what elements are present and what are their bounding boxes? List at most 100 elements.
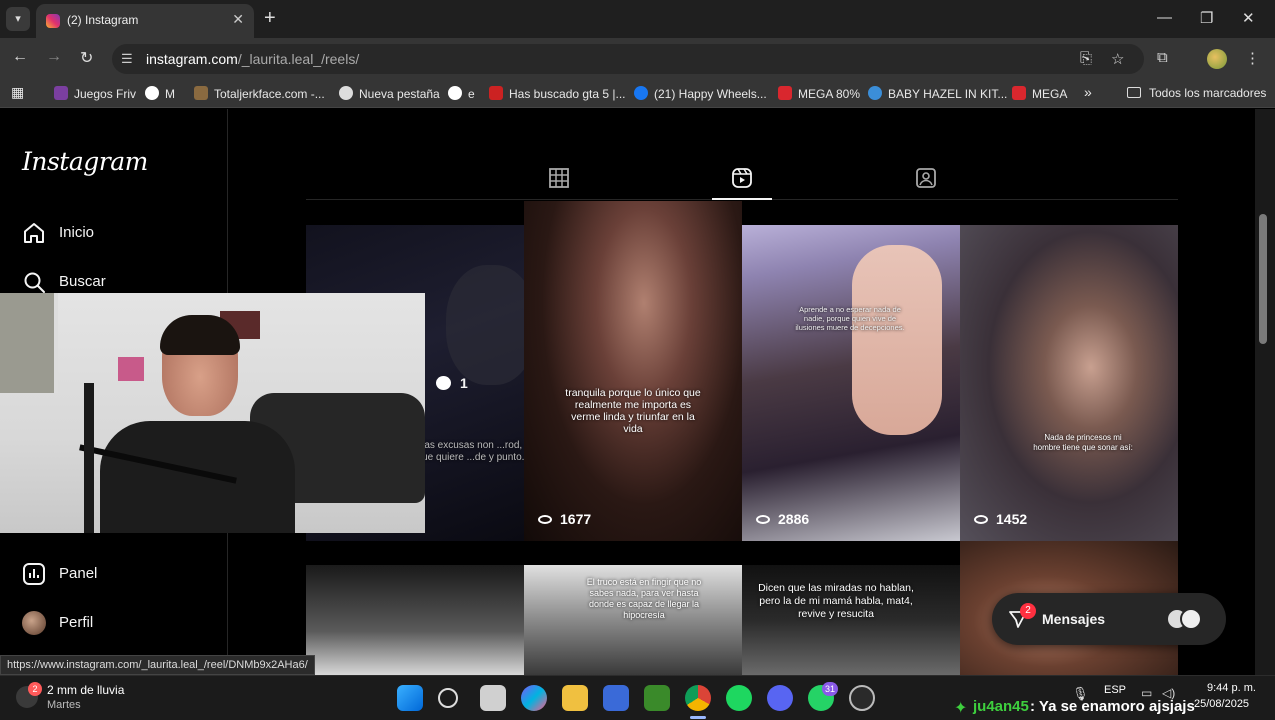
reel-thumbnail [446, 265, 524, 385]
tagged-icon[interactable] [915, 167, 937, 189]
dashboard-icon [23, 563, 45, 585]
forward-arrow-icon[interactable]: → [46, 48, 62, 66]
bookmark-item[interactable]: Totaljerkface.com -... [194, 86, 325, 101]
nav-label: Panel [59, 565, 98, 582]
extensions-icon[interactable]: ⧉ [1157, 49, 1168, 66]
all-bookmarks-button[interactable]: Todos los marcadores [1127, 86, 1266, 100]
active-tab[interactable]: (2) Instagram ✕ [36, 4, 254, 38]
clock-date[interactable]: 25/08/2025 [1194, 698, 1249, 710]
bookmark-item[interactable]: MEGA [1012, 86, 1067, 101]
address-bar[interactable]: ☰ instagram.com/_laurita.leal_/reels/ ⎘ … [112, 44, 1144, 74]
instagram-page: Instagram Inicio Buscar Panel Perfil 1 .… [0, 109, 1275, 675]
weather-day: Martes [47, 699, 81, 711]
close-tab-icon[interactable]: ✕ [232, 11, 244, 28]
comment-icon [436, 376, 451, 390]
install-app-icon[interactable]: ⎘ [1080, 50, 1092, 67]
folder-icon [1127, 87, 1141, 98]
reel-tile[interactable]: El truco está en fingir que no sabes nad… [524, 565, 742, 675]
bookmark-item[interactable]: M [145, 86, 175, 101]
site-info-icon[interactable]: ☰ [121, 51, 133, 67]
reel-tile[interactable]: Aprende a no esperar nada de nadie, porq… [742, 225, 960, 541]
weather-text[interactable]: 2 mm de lluvia [47, 683, 124, 697]
tab-title: (2) Instagram [67, 13, 139, 27]
reel-caption: tranquila porque lo único que realmente … [565, 387, 701, 435]
network-icon[interactable]: ▭ [1141, 686, 1152, 700]
eye-icon [756, 515, 770, 524]
more-menu-icon[interactable]: ⋮ [1245, 49, 1260, 67]
whatsapp-badge: 31 [822, 682, 838, 696]
reels-tab-indicator [712, 198, 772, 200]
bookmark-item[interactable]: Has buscado gta 5 |... [489, 86, 626, 101]
bookmark-favicon-icon [194, 86, 208, 100]
tab-search-button[interactable]: ▾ [6, 7, 30, 31]
search-icon [24, 272, 45, 293]
discord-icon[interactable] [767, 685, 793, 711]
obs-icon[interactable] [849, 685, 875, 711]
comment-count: 1 [436, 375, 468, 391]
reel-tile[interactable]: Dicen que las miradas no hablan, pero la… [742, 565, 960, 675]
spotify-icon[interactable] [726, 685, 752, 711]
profile-avatar[interactable] [1207, 49, 1227, 69]
webcam-chair [84, 383, 94, 533]
file-explorer-icon[interactable] [562, 685, 588, 711]
messages-button[interactable]: 2 Mensajes [992, 593, 1226, 645]
bookmark-star-icon[interactable]: ☆ [1111, 50, 1124, 68]
mega-icon [1012, 86, 1026, 100]
scroll-thumb[interactable] [1259, 214, 1267, 344]
task-view-icon[interactable] [480, 685, 506, 711]
store-icon[interactable] [603, 685, 629, 711]
nav-label: Buscar [59, 273, 106, 290]
url-text[interactable]: instagram.com/_laurita.leal_/reels/ [146, 51, 359, 67]
minecraft-icon[interactable] [644, 685, 670, 711]
diamond-icon: ✦ [954, 700, 968, 717]
bookmarks-overflow-button[interactable]: » [1084, 84, 1092, 100]
instagram-favicon-icon [46, 14, 60, 28]
bookmark-item[interactable]: BABY HAZEL IN KIT... [868, 86, 1007, 101]
reel-tile[interactable]: tranquila porque lo único que realmente … [524, 201, 742, 541]
bookmark-item[interactable]: Juegos Friv [54, 86, 136, 101]
language-indicator[interactable]: ESP [1104, 684, 1126, 696]
view-count: 1677 [538, 511, 591, 527]
home-icon [24, 223, 44, 243]
copilot-icon[interactable] [521, 685, 547, 711]
restore-icon[interactable]: ❐ [1200, 9, 1213, 27]
window-close-icon[interactable]: ✕ [1242, 9, 1255, 27]
bookmark-favicon-icon [868, 86, 882, 100]
reel-tile[interactable] [306, 565, 524, 675]
minimize-icon[interactable]: — [1157, 9, 1172, 26]
google-icon [145, 86, 159, 100]
reel-tile[interactable]: Nada de princesos mi hombre tiene que so… [960, 225, 1178, 541]
chrome-icon[interactable] [685, 685, 711, 711]
avatar [22, 611, 46, 635]
globe-icon [339, 86, 353, 100]
mega-icon [778, 86, 792, 100]
messages-label: Mensajes [1042, 611, 1106, 627]
search-icon[interactable] [438, 688, 458, 708]
tab-strip: ▾ (2) Instagram ✕ + — ❐ ✕ [0, 0, 1275, 38]
grid-icon[interactable] [548, 167, 570, 189]
reels-icon[interactable] [731, 167, 753, 189]
webcam-overlay [0, 293, 425, 533]
microphone-icon[interactable]: 🎙 [1072, 686, 1089, 702]
chat-message: : Ya se enamoro ajsjajs [1030, 698, 1195, 715]
bookmark-item[interactable]: e [448, 86, 475, 101]
page-scrollbar[interactable] [1255, 109, 1275, 675]
instagram-logo[interactable]: Instagram [22, 147, 148, 176]
bookmark-item[interactable]: Nueva pestaña [339, 86, 440, 101]
link-status-bubble: https://www.instagram.com/_laurita.leal_… [0, 655, 315, 675]
webcam-shirt [100, 421, 295, 533]
reload-icon[interactable]: ↻ [80, 48, 93, 68]
windows-start-icon[interactable] [397, 685, 423, 711]
volume-icon[interactable]: ◁) [1162, 686, 1175, 700]
weather-badge: 2 [28, 682, 42, 696]
apps-grid-icon[interactable]: ▦ [11, 84, 24, 101]
new-tab-button[interactable]: + [264, 7, 276, 29]
bookmark-item[interactable]: MEGA 80% [778, 86, 860, 101]
bookmark-item[interactable]: (21) Happy Wheels... [634, 86, 767, 101]
chat-username: ju4an45 [973, 698, 1029, 715]
messages-badge: 2 [1020, 603, 1036, 619]
nav-label: Perfil [59, 614, 94, 631]
view-count: 1452 [974, 511, 1027, 527]
clock-time[interactable]: 9:44 p. m. [1207, 682, 1256, 694]
back-arrow-icon[interactable]: ← [12, 48, 28, 66]
